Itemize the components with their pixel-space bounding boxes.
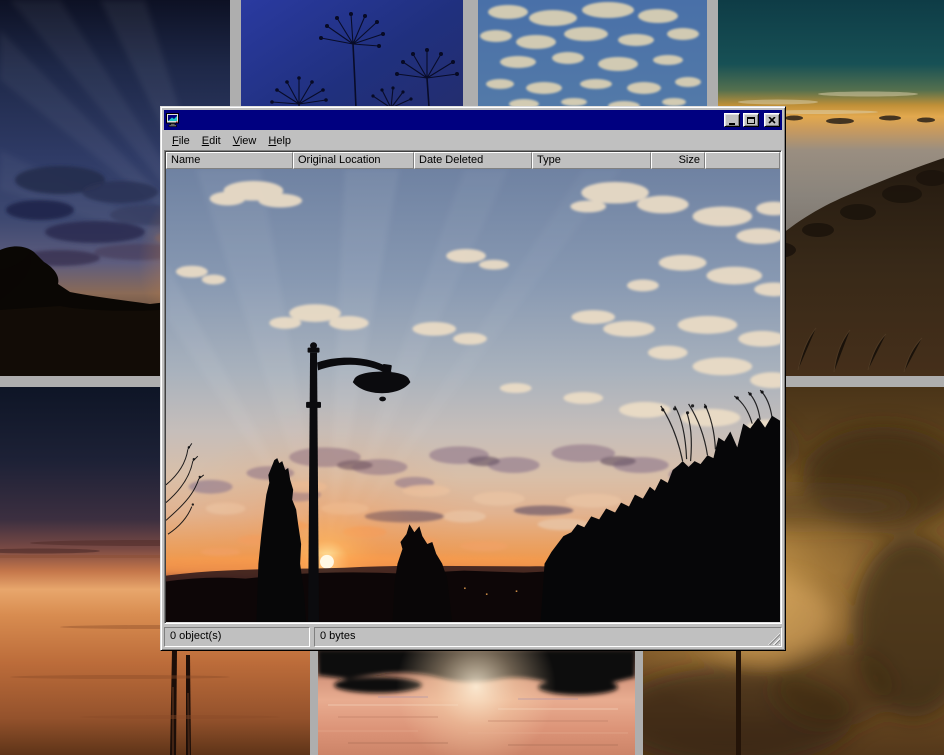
menu-help[interactable]: Help <box>262 133 297 149</box>
close-button-icon[interactable] <box>764 113 780 127</box>
column-header-name[interactable]: Name <box>166 152 293 169</box>
recycle-bin-window: File Edit View Help Name Original Locati… <box>160 106 786 651</box>
column-header-blank[interactable] <box>705 152 780 169</box>
column-header-date-deleted[interactable]: Date Deleted <box>414 152 532 169</box>
status-bar: 0 object(s) 0 bytes <box>164 627 782 647</box>
computer-recycle-icon <box>166 113 180 127</box>
menu-edit[interactable]: Edit <box>196 133 227 149</box>
status-byte-count: 0 bytes <box>314 627 782 647</box>
desktop: { "window": { "title": "", "icon": "comp… <box>0 0 944 755</box>
listview-client-area: Name Original Location Date Deleted Type… <box>164 150 782 624</box>
menu-view[interactable]: View <box>227 133 263 149</box>
maximize-button-icon[interactable] <box>743 113 759 127</box>
column-header-original-location[interactable]: Original Location <box>293 152 414 169</box>
street-lamp-sunset-photo[interactable] <box>166 169 780 622</box>
listview-header: Name Original Location Date Deleted Type… <box>166 152 780 169</box>
column-header-type[interactable]: Type <box>532 152 651 169</box>
minimize-button-icon[interactable] <box>724 113 740 127</box>
menu-file[interactable]: File <box>166 133 196 149</box>
window-titlebar[interactable] <box>164 110 782 130</box>
column-header-size[interactable]: Size <box>651 152 705 169</box>
menu-bar: File Edit View Help <box>164 130 782 150</box>
status-object-count: 0 object(s) <box>164 627 310 647</box>
